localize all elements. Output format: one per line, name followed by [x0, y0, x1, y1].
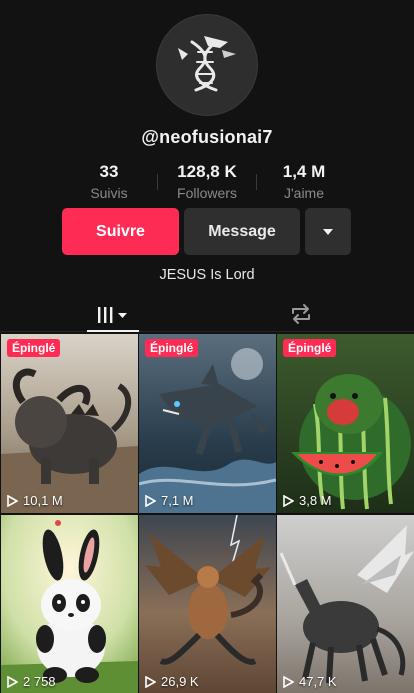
- view-count: 3,8 M: [283, 493, 332, 508]
- play-icon: [283, 494, 294, 507]
- shark-creature-image: [139, 334, 276, 513]
- view-count: 26,9 K: [145, 674, 199, 689]
- stat-followers-value: 128,8 K: [177, 162, 237, 181]
- stat-likes-label: J'aime: [283, 185, 325, 201]
- tab-reposts[interactable]: [286, 300, 316, 328]
- play-icon: [145, 494, 156, 507]
- watermelon-bear-image: [277, 334, 414, 513]
- pinned-badge: Épinglé: [145, 339, 199, 357]
- stat-likes-value: 1,4 M: [282, 162, 326, 181]
- stat-following[interactable]: 33 Suivis: [54, 162, 164, 201]
- view-count: 10,1 M: [7, 493, 63, 508]
- shark-dna-logo-icon: [178, 36, 236, 92]
- video-thumbnail[interactable]: 26,9 K: [139, 515, 276, 693]
- view-count-value: 3,8 M: [299, 493, 332, 508]
- caret-down-icon: [323, 228, 333, 235]
- panda-bunny-image: [1, 515, 138, 693]
- play-icon: [7, 494, 18, 507]
- play-icon: [7, 675, 18, 688]
- message-button[interactable]: Message: [184, 208, 300, 255]
- stat-following-value: 33: [99, 162, 119, 181]
- profile-stats: 33 Suivis 128,8 K Followers 1,4 M J'aime: [0, 162, 414, 202]
- scorpion-eagle-image: [139, 515, 276, 693]
- stat-following-label: Suivis: [90, 185, 128, 201]
- tab-videos[interactable]: [87, 300, 139, 330]
- play-icon: [283, 675, 294, 688]
- video-thumbnail[interactable]: 2 758: [1, 515, 138, 693]
- view-count: 7,1 M: [145, 493, 194, 508]
- horned-lion-creature-image: [1, 334, 138, 513]
- stat-followers-label: Followers: [177, 185, 237, 201]
- view-count: 2 758: [7, 674, 56, 689]
- profile-handle: @neofusionai7: [141, 127, 273, 147]
- play-icon: [145, 675, 156, 688]
- more-options-button[interactable]: [305, 208, 351, 255]
- view-count-value: 7,1 M: [161, 493, 194, 508]
- stat-likes[interactable]: 1,4 M J'aime: [249, 162, 359, 201]
- content-tabs: [0, 296, 414, 332]
- view-count: 47,7 K: [283, 674, 337, 689]
- video-thumbnail[interactable]: Épinglé 3,8 M: [277, 334, 414, 513]
- winged-unicorn-creature-image: [277, 515, 414, 693]
- repost-icon: [292, 304, 310, 324]
- profile-avatar[interactable]: [156, 14, 258, 116]
- view-count-value: 10,1 M: [23, 493, 63, 508]
- video-thumbnail[interactable]: 47,7 K: [277, 515, 414, 693]
- view-count-value: 2 758: [23, 674, 56, 689]
- stat-followers[interactable]: 128,8 K Followers: [152, 162, 262, 201]
- pinned-badge: Épinglé: [283, 339, 337, 357]
- follow-button[interactable]: Suivre: [62, 208, 179, 255]
- view-count-value: 47,7 K: [299, 674, 337, 689]
- pinned-badge: Épinglé: [7, 339, 61, 357]
- view-count-value: 26,9 K: [161, 674, 199, 689]
- active-tab-indicator: [87, 330, 139, 332]
- video-thumbnail[interactable]: Épinglé 7,1 M: [139, 334, 276, 513]
- video-thumbnail[interactable]: Épinglé 10,1 M: [1, 334, 138, 513]
- profile-bio: JESUS Is Lord: [159, 267, 255, 283]
- videos-grid-icon: [98, 307, 127, 323]
